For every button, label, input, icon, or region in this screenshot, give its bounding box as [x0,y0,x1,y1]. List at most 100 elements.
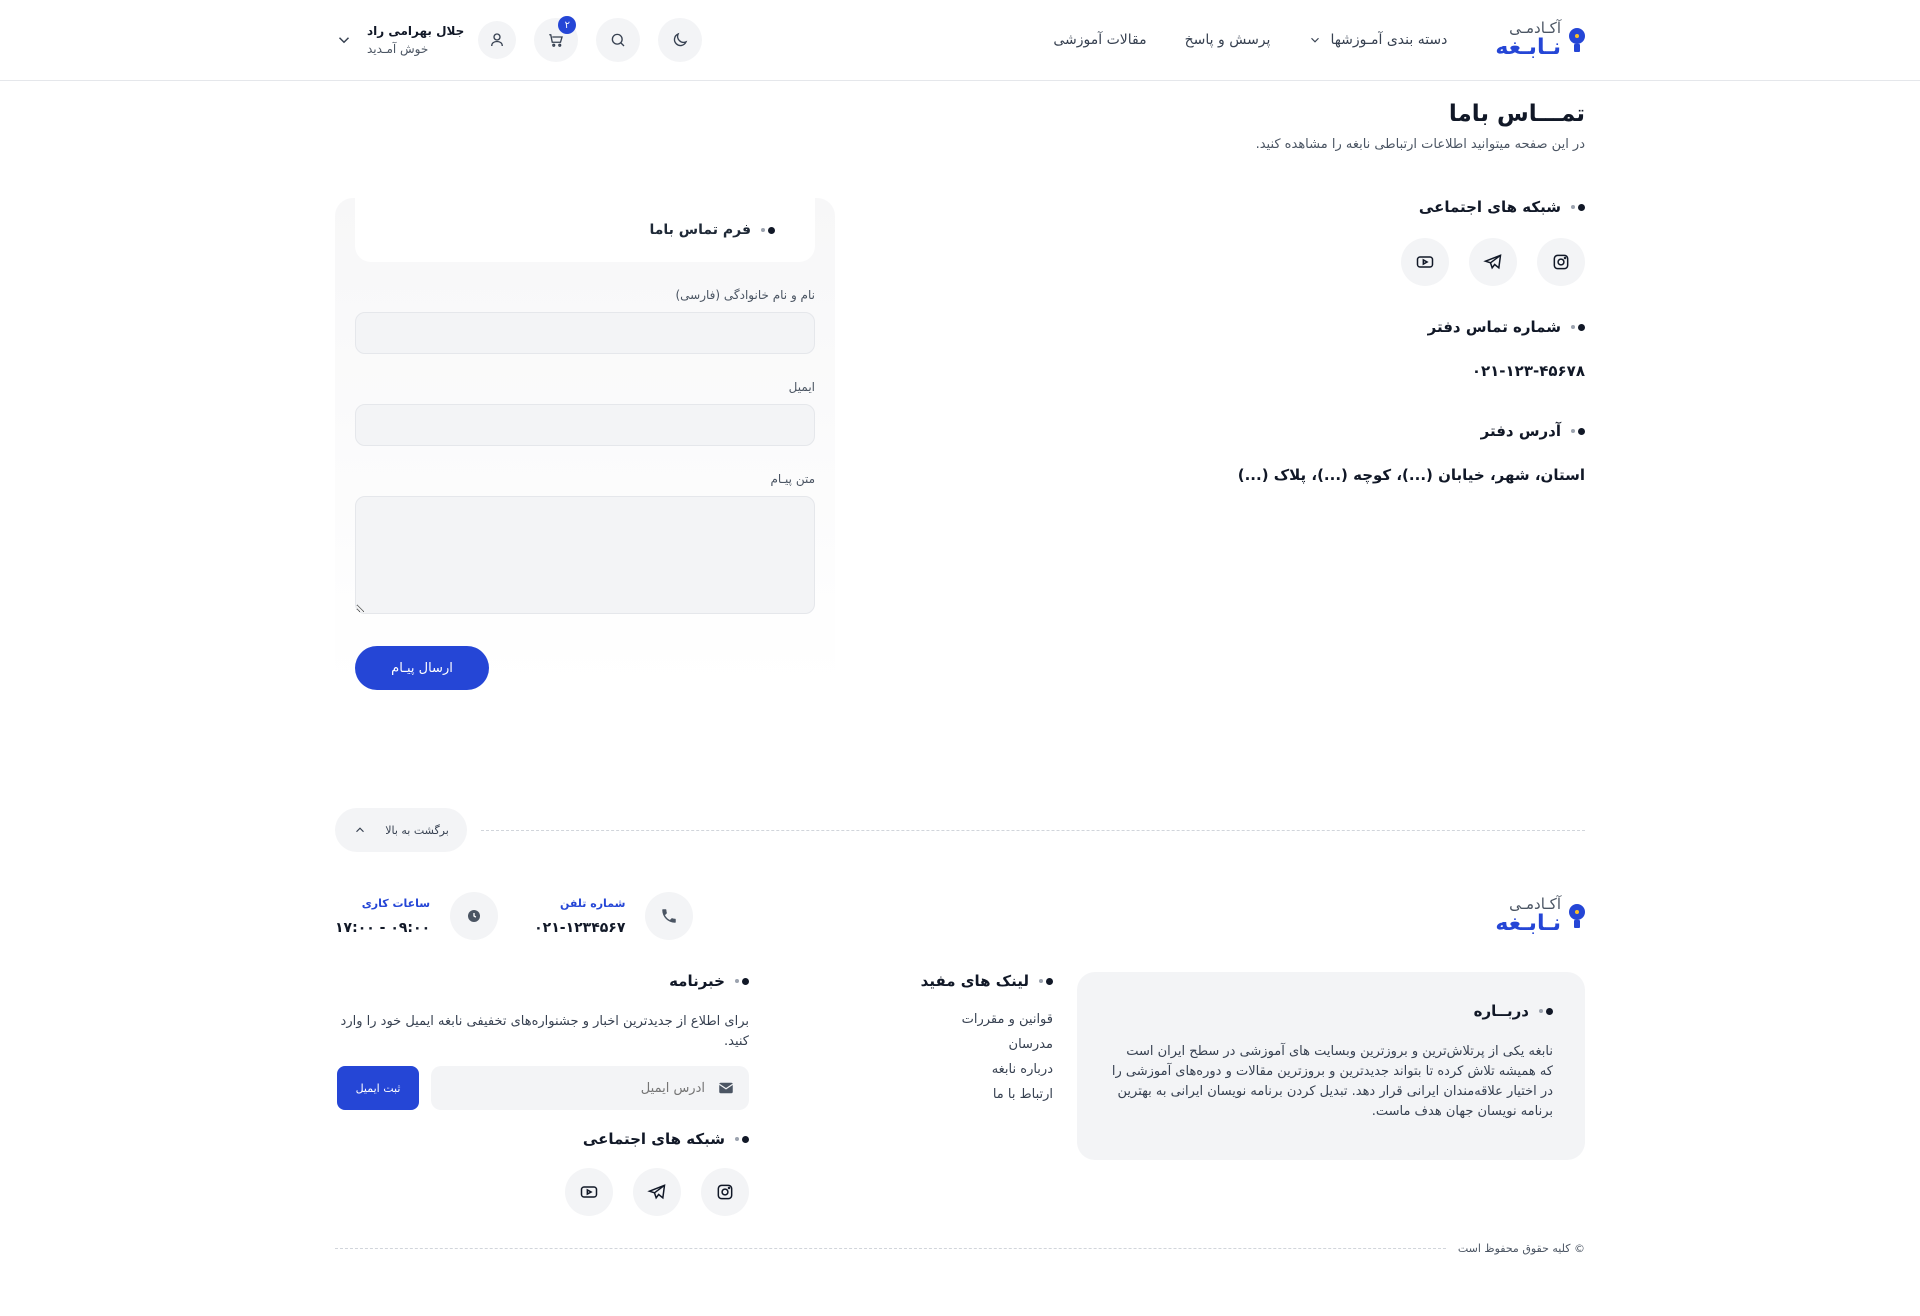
name-label: نام و نام خانوادگی (فارسی) [675,288,815,302]
footer-telegram-button[interactable] [633,1168,681,1216]
youtube-icon [1416,256,1434,268]
bullet-dots-icon [1571,323,1585,331]
newsletter-title: خبرنامه [335,972,749,990]
links-title: لینک های مفید [773,972,1053,990]
link-teachers[interactable]: مدرسان [773,1037,1053,1052]
footer-phone: شماره تلفن ۰۲۱-۱۲۳۴۵۶۷ [534,892,694,940]
back-to-top-button[interactable]: برگشت به بالا [335,808,467,852]
social-section-title: شبکه های اجتماعی [1025,198,1585,216]
logo-bulb-icon [1569,904,1585,928]
bullet-dots-icon [735,1135,749,1143]
social-links [1025,238,1585,286]
footer-logo-small: آکـادمـی [1509,894,1561,913]
about-text: نابغه یکی از پرتلاش‌ترین و بروزترین وبسا… [1111,1044,1553,1119]
page-title: تمـــاس باما [1448,101,1585,127]
nav-articles[interactable]: مقالات آموزشی [1053,32,1146,48]
site-header: آکـادمـی نـابـغه دسته بندی آمـوزشها پرسش… [0,0,1920,81]
link-contact[interactable]: ارتباط با ما [773,1087,1053,1102]
copyright-text: © کلیه حقوق محفوظ است [1457,1242,1585,1255]
logo-big-text: نـابـغه [1495,35,1561,61]
user-menu[interactable]: جلال بهرامی راد خوش آمـدید [335,21,517,59]
theme-toggle-button[interactable] [658,18,703,62]
message-label: متن پیـام [770,472,815,486]
link-rules[interactable]: قوانین و مقررات [773,1012,1053,1027]
email-label: ایمیل [788,380,815,394]
instagram-button[interactable] [1537,238,1585,286]
newsletter-text: برای اطلاع از جدیدترین اخبار و جشنواره‌ه… [340,1014,749,1049]
hours-value: ۰۹:۰۰ - ۱۷:۰۰ [335,919,431,936]
footer-contacts: شماره تلفن ۰۲۱-۱۲۳۴۵۶۷ ساعات کاری ۰۹:۰۰ … [335,892,694,940]
telegram-button[interactable] [1469,238,1517,286]
social-title-text: شبکه های اجتماعی [1418,198,1561,216]
telegram-icon [1483,254,1502,270]
cart-count-badge: ۲ [558,16,577,34]
phone-value: ۰۲۱-۱۲۳۴۵۶۷ [534,919,626,936]
logo-small-text: آکـادمـی [1509,18,1561,37]
copyright-row: © کلیه حقوق محفوظ است [335,1242,1585,1255]
form-title: فرم تماس باما [355,198,815,262]
links-title-text: لینک های مفید [920,972,1029,990]
send-message-button[interactable]: ارسال پیـام [355,646,489,690]
office-phone: ۰۲۱-۱۲۳-۴۵۶۷۸ [1471,362,1585,380]
phone-section-title: شماره تماس دفتر [1025,318,1585,336]
chevron-up-icon [356,827,365,833]
bullet-dots-icon [1039,977,1053,985]
logo-bulb-icon [1569,28,1585,52]
footer-columns: دربــاره نابغه یکی از پرتلاش‌ترین و بروز… [335,972,1585,1216]
footer-hours: ساعات کاری ۰۹:۰۰ - ۱۷:۰۰ [335,892,499,940]
message-textarea[interactable] [355,496,815,614]
nav-categories[interactable]: دسته بندی آمـوزشها [1308,32,1447,48]
search-button[interactable] [596,18,641,62]
phone-icon [645,892,694,940]
about-card: دربــاره نابغه یکی از پرتلاش‌ترین و بروز… [1077,972,1585,1160]
email-input[interactable] [355,404,815,446]
instagram-icon [1553,254,1569,270]
footer-youtube-button[interactable] [565,1168,613,1216]
links-list: قوانین و مقررات مدرسان درباره نابغه ارتب… [773,1012,1053,1102]
chevron-down-icon[interactable] [335,31,353,49]
page-subtitle: در این صفحه میتوانید اطلاعات ارتباطی ناب… [1255,137,1585,152]
bullet-dots-icon [1571,427,1585,435]
footer-logo[interactable]: آکـادمـی نـابـغه [1495,896,1585,937]
phone-title-text: شماره تماس دفتر [1427,318,1561,336]
bullet-dots-icon [761,226,775,234]
divider [481,829,1585,831]
site-logo[interactable]: آکـادمـی نـابـغه [1495,20,1585,61]
link-about[interactable]: درباره نابغه [773,1062,1053,1077]
site-footer: برگشت به بالا آکـادمـی نـابـغه شماره تلف… [335,808,1585,1255]
about-title-text: دربــاره [1473,1002,1529,1020]
clock-icon [450,892,499,940]
contact-section: شبکه های اجتماعی شماره تماس دفتر ۰۲۱-۱۲۳… [335,198,1585,690]
bullet-dots-icon [735,977,749,985]
user-icon [491,33,504,47]
nav-articles-label: مقالات آموزشی [1053,32,1147,48]
user-welcome: خوش آمـدید [367,42,429,56]
chevron-down-icon [1311,37,1320,43]
user-name: جلال بهرامی راد [367,24,465,38]
back-to-top-label: برگشت به بالا [385,823,449,837]
nav-qa[interactable]: پرسش و پاسخ [1185,32,1271,48]
bullet-dots-icon [1539,1007,1553,1015]
footer-logo-big: نـابـغه [1495,911,1561,937]
contact-form: فرم تماس باما نام و نام خانوادگی (فارسی)… [335,198,835,690]
newsletter-email-input[interactable] [445,1080,705,1096]
name-input[interactable] [355,312,815,354]
about-title: دربــاره [1109,1002,1553,1020]
bullet-dots-icon [1571,203,1585,211]
footer-social-title: شبکه های اجتماعی [335,1130,749,1148]
newsletter-input-wrap [431,1066,749,1110]
mail-icon [718,1082,734,1094]
newsletter-submit-button[interactable]: ثبت ایمیل [337,1066,419,1110]
cart-button[interactable]: ۲ [534,16,579,62]
footer-instagram-button[interactable] [701,1168,749,1216]
youtube-button[interactable] [1401,238,1449,286]
hours-label: ساعات کاری [361,896,431,910]
nav-categories-label: دسته بندی آمـوزشها [1330,32,1448,48]
telegram-icon [647,1184,666,1200]
address-title-text: آدرس دفتر [1480,422,1561,440]
phone-label: شماره تلفن [559,896,626,910]
footer-top: آکـادمـی نـابـغه شماره تلفن ۰۲۱-۱۲۳۴۵۶۷ [335,892,1585,940]
contact-info: شبکه های اجتماعی شماره تماس دفتر ۰۲۱-۱۲۳… [1025,198,1585,688]
useful-links: لینک های مفید قوانین و مقررات مدرسان درب… [773,972,1053,1216]
nav-qa-label: پرسش و پاسخ [1184,32,1271,48]
